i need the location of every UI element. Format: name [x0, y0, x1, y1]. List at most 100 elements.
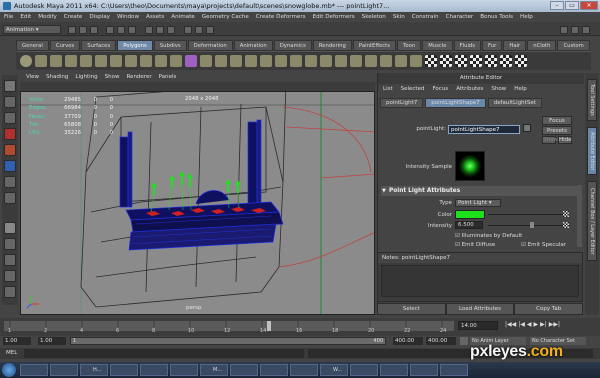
ae-menu-selected[interactable]: Selected	[401, 84, 425, 94]
taskbar-item[interactable]	[290, 364, 318, 376]
light-type-dropdown[interactable]: Point Light ▾	[455, 199, 501, 207]
menu-edit[interactable]: Edit	[20, 12, 31, 22]
intensity-field[interactable]: 6.500	[455, 221, 483, 229]
taskbar-item[interactable]: H...	[80, 364, 108, 376]
menu-constrain[interactable]: Constrain	[412, 12, 439, 22]
side-tab-channel-box[interactable]: Channel Box / Layer Editor	[587, 181, 597, 261]
show-attribute-editor-icon[interactable]	[571, 26, 579, 34]
emit-diffuse-checkbox[interactable]: ☑ Emit Diffuse	[455, 242, 495, 248]
move-tool-icon[interactable]	[4, 128, 16, 140]
platonic-solids-icon[interactable]	[185, 55, 197, 67]
poly-helix-icon[interactable]	[155, 55, 167, 67]
menu-edit-deformers[interactable]: Edit Deformers	[313, 12, 355, 22]
taskbar-item[interactable]	[50, 364, 78, 376]
menu-window[interactable]: Window	[117, 12, 139, 22]
select-component-icon[interactable]	[128, 26, 136, 34]
shelf-tab-rendering[interactable]: Rendering	[312, 40, 352, 51]
color-map-icon[interactable]	[563, 211, 569, 217]
maximize-button[interactable]: ▭	[565, 1, 579, 10]
render-settings-icon[interactable]	[206, 26, 214, 34]
select-tool-icon[interactable]	[4, 80, 16, 92]
layout-single-icon[interactable]	[4, 222, 16, 234]
boolean-union-icon[interactable]	[245, 55, 257, 67]
step-back-icon[interactable]: |◀	[518, 321, 525, 328]
open-scene-icon[interactable]	[79, 26, 87, 34]
color-slider[interactable]	[488, 214, 566, 215]
menu-create-deformers[interactable]: Create Deformers	[256, 12, 306, 22]
anim-layer-icon[interactable]	[460, 337, 468, 345]
taskbar-item[interactable]: W...	[320, 364, 348, 376]
side-tab-attribute-editor[interactable]: Attribute Editor	[587, 127, 597, 175]
uv-automatic-icon[interactable]	[470, 55, 482, 67]
merge-vertex-icon[interactable]	[410, 55, 422, 67]
menu-modify[interactable]: Modify	[38, 12, 57, 22]
append-polygon-icon[interactable]	[320, 55, 332, 67]
uv-layout-icon[interactable]	[500, 55, 512, 67]
select-button[interactable]: Select	[377, 303, 446, 315]
shelf-tab-animation[interactable]: Animation	[233, 40, 273, 51]
sculpt-geometry-icon[interactable]	[380, 55, 392, 67]
menu-bonus-tools[interactable]: Bonus Tools	[480, 12, 513, 22]
node-name-field[interactable]: pointLightShape7	[448, 125, 520, 134]
layout-outliner-icon[interactable]	[4, 270, 16, 282]
shelf-tab-surfaces[interactable]: Surfaces	[81, 40, 117, 51]
poly-plane-icon[interactable]	[80, 55, 92, 67]
shelf-tab-general[interactable]: General	[16, 40, 49, 51]
tab-defaultlightset[interactable]: defaultLightSet	[487, 98, 542, 108]
shelf-tab-dynamics[interactable]: Dynamics	[273, 40, 312, 51]
hide-button[interactable]: Hide	[558, 136, 572, 144]
ae-menu-attributes[interactable]: Attributes	[456, 84, 483, 94]
go-to-end-icon[interactable]: ▶▶|	[549, 321, 560, 328]
snap-grid-icon[interactable]	[145, 26, 153, 34]
go-to-start-icon[interactable]: |◀◀	[505, 321, 516, 328]
illuminates-by-default-checkbox[interactable]: ☑ Illuminates by Default	[455, 233, 522, 239]
menu-character[interactable]: Character	[446, 12, 474, 22]
select-object-icon[interactable]	[117, 26, 125, 34]
scale-tool-icon[interactable]	[4, 160, 16, 172]
point-light-attributes-section[interactable]: Point Light Attributes	[381, 186, 577, 196]
show-channel-box-icon[interactable]	[560, 26, 568, 34]
shelf-tab-toon[interactable]: Toon	[397, 40, 422, 51]
mirror-geometry-icon[interactable]	[395, 55, 407, 67]
menu-assets[interactable]: Assets	[146, 12, 164, 22]
taskbar-item[interactable]	[440, 364, 468, 376]
command-language-label[interactable]: MEL	[6, 350, 17, 356]
show-tool-settings-icon[interactable]	[582, 26, 590, 34]
poly-cone-icon[interactable]	[65, 55, 77, 67]
start-button-icon[interactable]	[2, 363, 16, 377]
uv-spherical-icon[interactable]	[455, 55, 467, 67]
taskbar-item[interactable]	[20, 364, 48, 376]
poly-pipe-icon[interactable]	[140, 55, 152, 67]
presets-button[interactable]: Presets	[542, 126, 572, 135]
poly-cylinder-icon[interactable]	[50, 55, 62, 67]
uv-texture-editor-icon[interactable]	[485, 55, 497, 67]
command-input[interactable]	[24, 349, 304, 358]
menu-display[interactable]: Display	[89, 12, 110, 22]
intensity-map-icon[interactable]	[563, 222, 569, 228]
poly-prism-icon[interactable]	[110, 55, 122, 67]
ae-menu-show[interactable]: Show	[491, 84, 506, 94]
viewport-menu-renderer[interactable]: Renderer	[126, 73, 151, 82]
tab-pointlightshape7[interactable]: pointLightShape7	[425, 98, 486, 108]
select-hierarchy-icon[interactable]	[106, 26, 114, 34]
poly-torus-icon[interactable]	[95, 55, 107, 67]
play-forward-icon[interactable]: ▶	[534, 321, 539, 328]
extract-icon[interactable]	[230, 55, 242, 67]
snap-curve-icon[interactable]	[156, 26, 164, 34]
taskbar-item[interactable]	[170, 364, 198, 376]
taskbar-item[interactable]	[230, 364, 258, 376]
viewport-menu-lighting[interactable]: Lighting	[75, 73, 97, 82]
time-slider[interactable]: 1 2 4 6 8 10 12 14 16 18 20 22 24 14.00 …	[0, 318, 600, 336]
shelf-tab-deformation[interactable]: Deformation	[187, 40, 233, 51]
intensity-slider[interactable]	[488, 225, 566, 226]
offset-edge-loop-icon[interactable]	[365, 55, 377, 67]
taskbar-item[interactable]	[140, 364, 168, 376]
minimize-button[interactable]: –	[550, 1, 564, 10]
load-attributes-button[interactable]: Load Attributes	[445, 303, 515, 315]
bridge-icon[interactable]	[305, 55, 317, 67]
taskbar-item[interactable]: M...	[200, 364, 228, 376]
ae-menu-help[interactable]: Help	[514, 84, 527, 94]
shelf-tab-custom[interactable]: Custom	[557, 40, 590, 51]
poly-sphere-icon[interactable]	[20, 55, 32, 67]
show-button[interactable]: Show	[542, 136, 558, 144]
